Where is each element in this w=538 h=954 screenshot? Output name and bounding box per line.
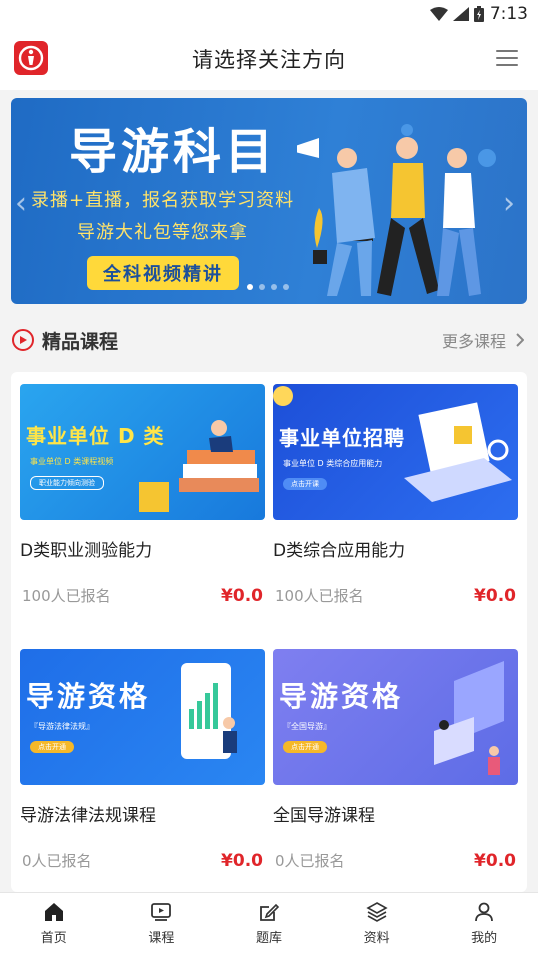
moon-illustration: [273, 386, 293, 406]
course-card[interactable]: 导游资格 『导游法律法规』 点击开通 导游法律法规课程 0人已报名 ¥0.0: [20, 649, 265, 871]
tab-courses[interactable]: 课程: [121, 901, 201, 946]
app-header: 请选择关注方向: [0, 28, 538, 90]
course-price: ¥0.0: [221, 585, 263, 606]
thumbnail-button: 点击开课: [283, 478, 327, 490]
laptop-illustration: [404, 402, 512, 502]
tab-label: 首页: [40, 931, 67, 946]
tab-materials[interactable]: 资料: [337, 901, 417, 946]
play-circle-icon: [12, 329, 34, 351]
thumbnail-tag: 事业单位 D 类课程视频: [30, 457, 114, 466]
course-grid: 事业单位 D 类 事业单位 D 类课程视频 职业能力倾向测验 D类职业测验能力 …: [11, 372, 527, 892]
tab-label: 课程: [148, 931, 175, 946]
course-meta: 0人已报名 ¥0.0: [20, 850, 265, 871]
course-meta: 100人已报名 ¥0.0: [20, 585, 265, 606]
course-thumbnail: 导游资格 『导游法律法规』 点击开通: [20, 649, 265, 785]
course-card[interactable]: 导游资格 『全国导游』 点击开通 全国导游课程 0人已报名 ¥0.0: [273, 649, 518, 871]
tab-question-bank[interactable]: 题库: [229, 901, 309, 946]
logo-icon: [18, 45, 44, 71]
course-card[interactable]: 事业单位招聘 事业单位 D 类综合应用能力 点击开课 D类综合应用能力 100人…: [273, 384, 518, 606]
course-thumbnail: 事业单位招聘 事业单位 D 类综合应用能力 点击开课: [273, 384, 518, 520]
course-price: ¥0.0: [474, 585, 516, 606]
banner-dot[interactable]: [271, 284, 277, 290]
status-icons: [429, 6, 484, 22]
books-illustration: [139, 420, 259, 512]
enroll-count: 100人已报名: [22, 587, 111, 605]
section-title: 精品课程: [42, 330, 119, 353]
course-meta: 0人已报名 ¥0.0: [273, 850, 518, 871]
course-thumbnail: 导游资格 『全国导游』 点击开通: [273, 649, 518, 785]
more-courses-link[interactable]: 更多课程: [442, 328, 524, 352]
banner-prev-icon[interactable]: ‹: [15, 186, 27, 221]
app-logo[interactable]: [14, 41, 48, 75]
signal-icon: [452, 7, 469, 21]
course-meta: 100人已报名 ¥0.0: [273, 585, 518, 606]
tab-profile[interactable]: 我的: [444, 901, 524, 946]
course-card[interactable]: 事业单位 D 类 事业单位 D 类课程视频 职业能力倾向测验 D类职业测验能力 …: [20, 384, 265, 606]
thumbnail-tag: 事业单位 D 类综合应用能力: [283, 459, 383, 468]
thumbnail-headline: 导游资格: [26, 680, 151, 713]
menu-icon[interactable]: [496, 50, 518, 66]
isometric-illustration: [434, 661, 504, 775]
course-title: 全国导游课程: [273, 806, 375, 826]
course-price: ¥0.0: [474, 850, 516, 871]
course-price: ¥0.0: [221, 850, 263, 871]
banner-dot[interactable]: [247, 284, 253, 290]
phone-illustration: [181, 663, 237, 759]
banner-line-2: 导游大礼包等您来拿: [77, 222, 248, 243]
wifi-icon: [429, 7, 448, 21]
status-bar: 7:13: [0, 0, 538, 28]
banner-pagination: [247, 284, 289, 290]
status-time: 7:13: [489, 4, 528, 24]
page-title[interactable]: 请选择关注方向: [192, 44, 346, 74]
enroll-count: 100人已报名: [275, 587, 364, 605]
banner-dot[interactable]: [259, 284, 265, 290]
layers-icon: [365, 902, 388, 922]
video-icon: [151, 903, 172, 921]
chevron-right-icon: [516, 333, 524, 347]
bottom-tab-bar: 首页 课程 题库 资料 我的: [0, 892, 538, 954]
promo-banner[interactable]: 导游科目 录播+直播，报名获取学习资料 导游大礼包等您来拿 全科视频精讲 ‹ ›: [11, 98, 527, 304]
edit-icon: [260, 903, 280, 921]
tab-home[interactable]: 首页: [14, 901, 94, 946]
user-icon: [475, 902, 494, 922]
home-icon: [44, 903, 63, 921]
banner-pill: 全科视频精讲: [87, 256, 239, 290]
thumbnail-tag: 『导游法律法规』: [30, 722, 94, 731]
enroll-count: 0人已报名: [275, 852, 345, 870]
banner-dot[interactable]: [283, 284, 289, 290]
thumbnail-button: 点击开通: [30, 741, 74, 753]
more-courses-label: 更多课程: [441, 332, 506, 351]
tab-label: 题库: [255, 931, 282, 946]
course-title: D类职业测验能力: [20, 541, 153, 561]
course-title: 导游法律法规课程: [20, 806, 156, 826]
thumbnail-button: 职业能力倾向测验: [30, 476, 104, 490]
thumbnail-button: 点击开通: [283, 741, 327, 753]
course-title: D类综合应用能力: [273, 541, 406, 561]
banner-illustration: [297, 124, 496, 296]
thumbnail-headline: 事业单位招聘: [279, 426, 405, 450]
course-thumbnail: 事业单位 D 类 事业单位 D 类课程视频 职业能力倾向测验: [20, 384, 265, 520]
banner-title: 导游科目: [69, 124, 278, 180]
banner-line-1: 录播+直播，报名获取学习资料: [31, 190, 295, 211]
thumbnail-tag: 『全国导游』: [283, 722, 331, 731]
tab-label: 我的: [471, 931, 498, 946]
section-header: 精品课程 更多课程: [12, 322, 528, 358]
battery-icon: [473, 6, 484, 22]
thumbnail-headline: 导游资格: [279, 680, 404, 713]
tab-label: 资料: [363, 931, 390, 946]
enroll-count: 0人已报名: [22, 852, 92, 870]
